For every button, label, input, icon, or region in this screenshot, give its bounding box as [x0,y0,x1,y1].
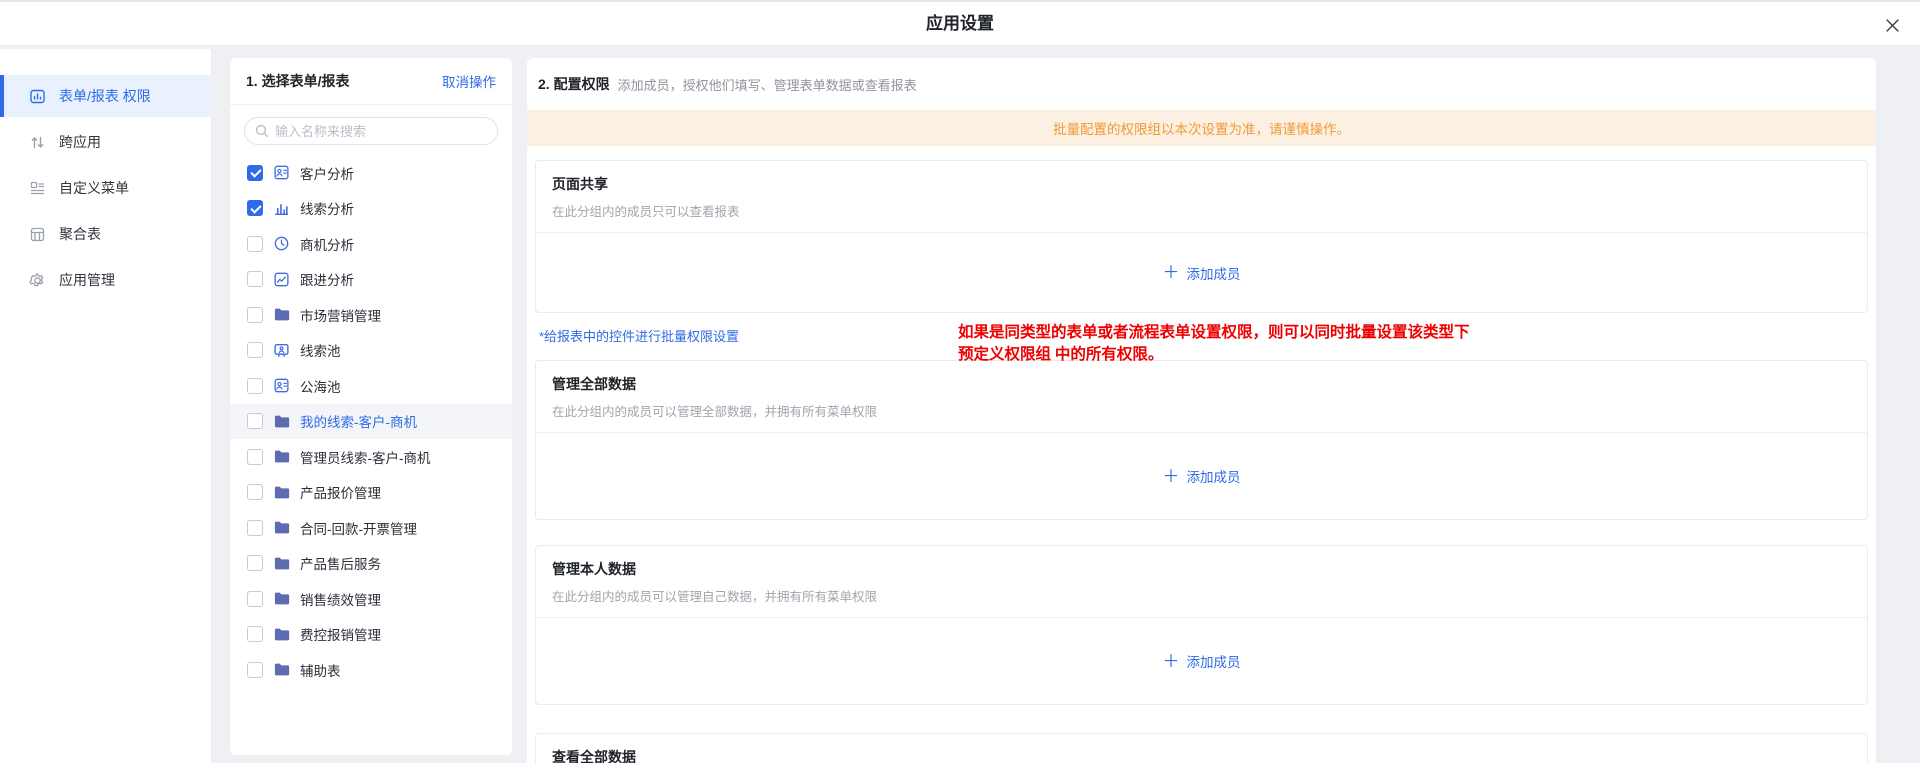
form-list-item[interactable]: 费控报销管理 [230,617,512,653]
item-checkbox[interactable] [247,413,263,429]
clock-icon [273,235,290,252]
form-list-item[interactable]: 跟进分析 [230,262,512,298]
line-chart-icon [273,271,290,288]
search-icon [255,124,269,138]
folder-icon [273,590,290,607]
form-list-item[interactable]: 客户分析 [230,155,512,191]
item-checkbox[interactable] [247,449,263,465]
plus-icon: ＋ [1163,653,1180,670]
group-title: 页面共享 [552,174,1851,194]
item-checkbox[interactable] [247,591,263,607]
form-panel-header: 1. 选择表单/报表 取消操作 [230,58,512,105]
add-member-button[interactable]: ＋ 添加成员 [1163,466,1241,486]
warning-banner: 批量配置的权限组以本次设置为准，请谨慎操作。 [527,110,1876,146]
sidebar: 表单/报表 权限 跨应用 自定义菜单 聚合表 应用管理 [0,49,211,763]
item-checkbox[interactable] [247,484,263,500]
item-checkbox[interactable] [247,555,263,571]
add-member-button[interactable]: ＋ 添加成员 [1163,263,1241,283]
member-area: ＋ 添加成员 [536,233,1867,312]
permission-group-card: 管理全部数据 在此分组内的成员可以管理全部数据，并拥有所有菜单权限 ＋ 添加成员 [535,360,1868,520]
page-title: 应用设置 [0,2,1920,48]
permission-panel-header: 2. 配置权限 添加成员，授权他们填写、管理表单数据或查看报表 [527,58,1876,110]
folder-icon [273,626,290,643]
form-list-item[interactable]: 线索分析 [230,191,512,227]
item-checkbox[interactable] [247,520,263,536]
item-checkbox[interactable] [247,307,263,323]
add-member-button[interactable]: ＋ 添加成员 [1163,651,1241,671]
board-icon [273,342,290,359]
plus-icon: ＋ [1163,468,1180,485]
search-box[interactable] [244,117,498,145]
item-checkbox[interactable] [247,662,263,678]
folder-icon [273,519,290,536]
form-list-item[interactable]: 销售绩效管理 [230,581,512,617]
group-description: 在此分组内的成员只可以查看报表 [552,201,1851,220]
title-bar: 应用设置 [0,0,1920,46]
sidebar-item-1[interactable]: 跨应用 [0,121,211,163]
form-panel-title: 1. 选择表单/报表 [246,71,349,91]
permission-panel-subtitle: 添加成员，授权他们填写、管理表单数据或查看报表 [618,75,917,94]
permission-panel: 2. 配置权限 添加成员，授权他们填写、管理表单数据或查看报表 批量配置的权限组… [527,58,1876,763]
folder-icon [273,484,290,501]
warning-text: 批量配置的权限组以本次设置为准，请谨慎操作。 [1053,118,1350,138]
member-area: ＋ 添加成员 [536,618,1867,704]
cancel-action-link[interactable]: 取消操作 [442,71,496,91]
sidebar-item-3[interactable]: 聚合表 [0,213,211,255]
folder-icon [273,448,290,465]
form-list-item[interactable]: 产品售后服务 [230,546,512,582]
form-list: 客户分析 线索分析 商机分析 跟进分析 市场营销管理 线索池 公海池 我的线索-… [230,153,512,688]
form-list-item[interactable]: 市场营销管理 [230,297,512,333]
permission-group-card: 管理本人数据 在此分组内的成员可以管理自己数据，并拥有所有菜单权限 ＋ 添加成员 [535,545,1868,705]
custom-menu-icon [29,180,46,197]
group-title: 查看全部数据 [552,747,1851,763]
folder-icon [273,306,290,323]
contact-card-icon [273,164,290,181]
form-list-item[interactable]: 公海池 [230,368,512,404]
item-checkbox[interactable] [247,271,263,287]
item-checkbox[interactable] [247,626,263,642]
folder-icon [273,413,290,430]
group-description: 在此分组内的成员可以管理全部数据，并拥有所有菜单权限 [552,401,1851,420]
sidebar-item-2[interactable]: 自定义菜单 [0,167,211,209]
aggregate-table-icon [29,226,46,243]
close-icon[interactable] [1882,15,1902,35]
group-title: 管理本人数据 [552,559,1851,579]
folder-icon [273,555,290,572]
gear-icon [29,272,46,289]
cross-app-icon [29,134,46,151]
bar-chart-icon [273,200,290,217]
form-report-icon [29,88,46,105]
member-area: ＋ 添加成员 [536,433,1867,519]
form-list-item[interactable]: 产品报价管理 [230,475,512,511]
form-list-item[interactable]: 管理员线索-客户-商机 [230,439,512,475]
form-list-item[interactable]: 我的线索-客户-商机 [230,404,512,440]
permission-groups: 页面共享 在此分组内的成员只可以查看报表 ＋ 添加成员 *给报表中的控件进行批量… [527,146,1876,763]
group-title: 管理全部数据 [552,374,1851,394]
contact-card-icon [273,377,290,394]
permission-group-card: 查看全部数据 ＋ 添加成员 [535,733,1868,763]
plus-icon: ＋ [1163,264,1180,281]
search-input[interactable] [275,124,487,139]
group-description: 在此分组内的成员可以管理自己数据，并拥有所有菜单权限 [552,586,1851,605]
form-list-item[interactable]: 合同-回款-开票管理 [230,510,512,546]
folder-icon [273,661,290,678]
item-checkbox[interactable] [247,200,263,216]
sidebar-item-0[interactable]: 表单/报表 权限 [0,75,211,117]
item-checkbox[interactable] [247,165,263,181]
form-list-item[interactable]: 商机分析 [230,226,512,262]
permission-panel-title: 2. 配置权限 [538,74,610,94]
item-checkbox[interactable] [247,342,263,358]
form-list-item[interactable]: 线索池 [230,333,512,369]
form-select-panel: 1. 选择表单/报表 取消操作 客户分析 线索分析 商机分析 跟进分析 市场营销… [230,58,512,755]
form-list-item[interactable]: 辅助表 [230,652,512,688]
sidebar-item-4[interactable]: 应用管理 [0,259,211,301]
item-checkbox[interactable] [247,378,263,394]
item-checkbox[interactable] [247,236,263,252]
permission-group-card: 页面共享 在此分组内的成员只可以查看报表 ＋ 添加成员 [535,160,1868,313]
batch-control-permission-link[interactable]: *给报表中的控件进行批量权限设置 [539,326,1868,344]
